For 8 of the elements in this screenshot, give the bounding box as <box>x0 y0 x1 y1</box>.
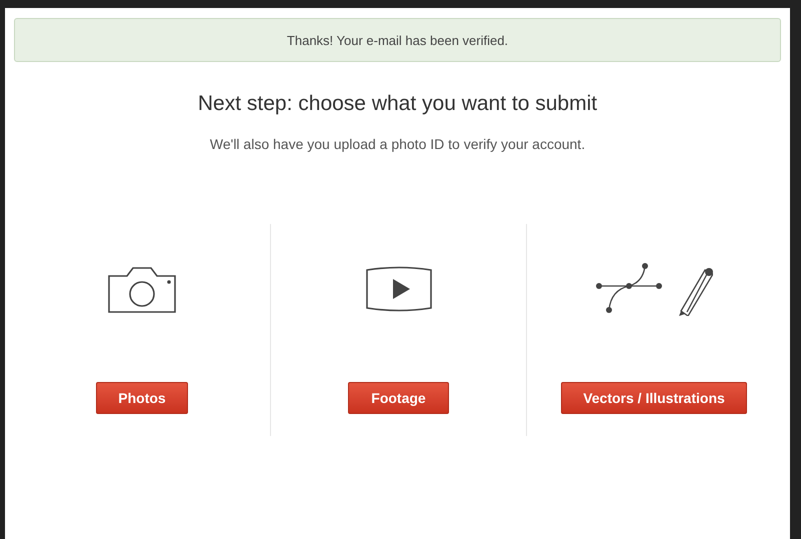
submit-type-button[interactable]: Photos <box>96 382 188 414</box>
play-icon <box>364 266 432 312</box>
submit-type-button[interactable]: Footage <box>348 382 449 414</box>
submit-type-button[interactable]: Vectors / Illustrations <box>561 382 747 414</box>
success-notice: Thanks! Your e-mail has been verified. <box>14 18 781 62</box>
heading: Next step: choose what you want to submit <box>196 92 598 116</box>
camera-icon <box>107 264 177 314</box>
subtitle: We'll also have you upload a photo ID to verify your account. <box>208 136 586 152</box>
